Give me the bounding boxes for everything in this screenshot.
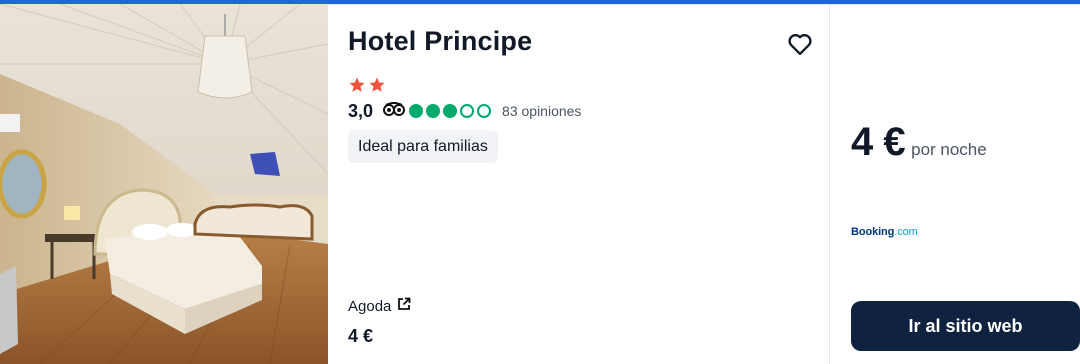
rating-bubble	[443, 104, 458, 118]
hotel-info: Hotel Principe 3,0 83 opiniones Ideal pa…	[328, 4, 830, 364]
deal-price-value: 4 €	[851, 120, 906, 164]
per-night-label: por noche	[911, 140, 987, 159]
deal-price: 4 € por noche	[851, 120, 987, 165]
alt-offer-provider-name: Agoda	[348, 297, 392, 315]
reviews-count[interactable]: 83 opiniones	[502, 103, 581, 119]
alt-offer-price: 4 €	[348, 326, 374, 346]
rating-bubble	[409, 104, 424, 118]
rating-value: 3,0	[348, 100, 374, 121]
hotel-name[interactable]: Hotel Principe	[348, 26, 532, 57]
rating-bubble	[460, 104, 475, 118]
rating-row: 3,0 83 opiniones	[348, 100, 581, 122]
alt-offer-provider[interactable]: Agoda	[348, 297, 411, 315]
feature-tag: Ideal para familias	[348, 130, 498, 163]
rating-bubble	[426, 104, 441, 118]
rating-bubble	[477, 104, 492, 118]
external-link-icon	[397, 297, 411, 315]
booking-logo: Booking.com	[851, 226, 918, 238]
star-icon	[369, 77, 385, 92]
heart-outline-icon[interactable]	[786, 30, 814, 58]
rating-bubbles	[409, 104, 492, 118]
star-icon	[349, 77, 365, 92]
hotel-photo[interactable]	[0, 4, 328, 364]
go-to-website-button[interactable]: Ir al sitio web	[851, 301, 1080, 351]
deal-column: 4 € por noche Booking.com Ir al sitio we…	[831, 4, 1080, 364]
tripadvisor-owl-icon	[383, 101, 406, 121]
star-rating	[348, 76, 386, 94]
